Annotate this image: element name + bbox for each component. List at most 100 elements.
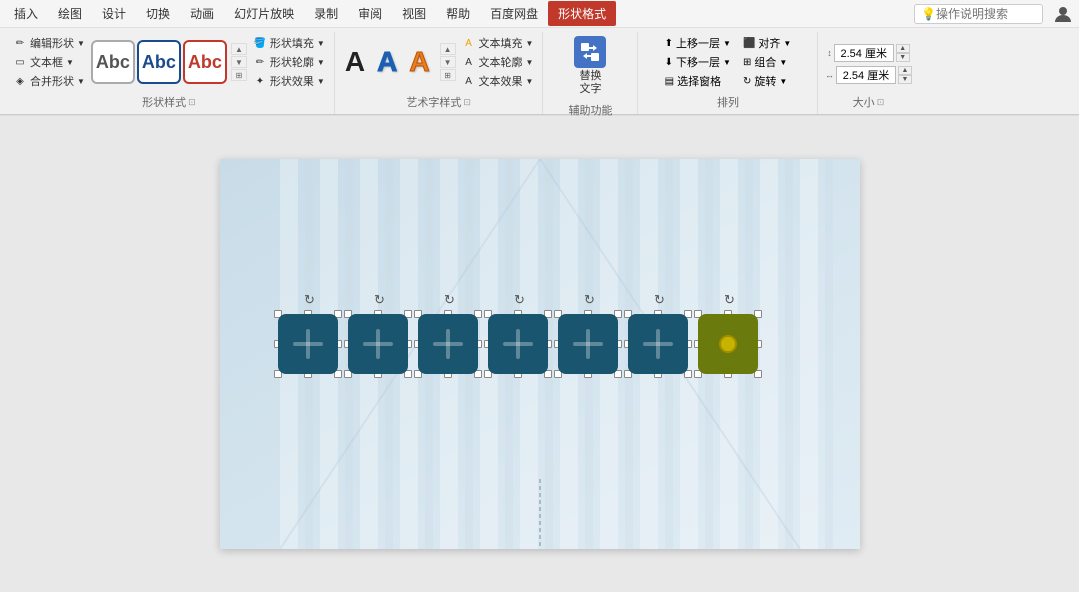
search-input[interactable] [936,7,1036,21]
text-fill-btn[interactable]: A 文本填充 ▼ [459,34,537,52]
height-input-row: ↕ ▲ ▼ [827,44,910,62]
rotate-handle-4[interactable]: ↻ [512,292,528,308]
tab-view[interactable]: 视图 [392,1,436,26]
cross-mark-2 [363,329,393,359]
move-up-btn[interactable]: ⬆ 上移一层 ▼ [661,34,735,52]
width-input[interactable] [836,66,896,84]
text-box-btn[interactable]: ▭ 文本框 ▼ [10,53,88,71]
group-label: 组合 [754,54,776,70]
rotate-handle-7[interactable]: ↻ [722,292,738,308]
rotate-label: 旋转 [754,73,776,89]
shape-outline-btn[interactable]: ✏ 形状轮廓 ▼ [250,53,328,71]
shape-4[interactable]: ↻ [488,314,552,378]
shape-style-box-1[interactable]: Abc [91,40,135,84]
replace-btn[interactable]: 替换文字 [568,32,612,100]
arrange-cols: ⬆ 上移一层 ▼ ⬇ 下移一层 ▼ ▤ 选择窗格 [661,34,796,90]
art-scroll-down[interactable]: ▼ [440,56,456,68]
tab-switch[interactable]: 切换 [136,1,180,26]
move-down-btn[interactable]: ⬇ 下移一层 ▼ [661,53,735,71]
text-effect-btn[interactable]: A 文本效果 ▼ [459,72,537,90]
text-outline-icon: A [462,55,476,69]
tab-bar: 插入 绘图 设计 切换 动画 幻灯片放映 录制 审阅 视图 帮助 百度网盘 形状… [0,0,1079,28]
shapes-row: ↻ ↻ [278,314,762,378]
move-down-label: 下移一层 [676,54,720,70]
tab-help[interactable]: 帮助 [436,1,480,26]
height-up[interactable]: ▲ [896,44,910,53]
size-label: 大小 ⊡ [853,92,885,114]
text-fill-arrow: ▼ [526,39,534,48]
select-pane-label: 选择窗格 [677,73,721,89]
merge-shapes-label: 合并形状 [30,73,74,89]
edit-shape-btn[interactable]: ✏ 编辑形状 ▼ [10,34,88,52]
select-pane-icon: ▤ [665,76,674,87]
art-letter-2[interactable]: A [373,44,401,80]
edit-shape-label: 编辑形状 [30,35,74,51]
rotate-handle-6[interactable]: ↻ [652,292,668,308]
art-letter-1[interactable]: A [341,44,369,80]
align-arrow: ▼ [783,39,791,48]
shape-2[interactable]: ↻ [348,314,412,378]
tab-insert[interactable]: 插入 [4,1,48,26]
select-pane-btn[interactable]: ▤ 选择窗格 [661,72,735,90]
height-input[interactable] [834,44,894,62]
width-up[interactable]: ▲ [898,66,912,75]
shape-5[interactable]: ↻ [558,314,622,378]
align-icon: ⬛ [743,38,755,49]
width-down[interactable]: ▼ [898,75,912,84]
align-btn[interactable]: ⬛ 对齐 ▼ [739,34,795,52]
assist-label: 辅助功能 [568,100,612,122]
user-icon[interactable] [1051,2,1075,26]
tab-draw[interactable]: 绘图 [48,1,92,26]
edit-shape-icon: ✏ [13,36,27,50]
text-outline-btn[interactable]: A 文本轮廓 ▼ [459,53,537,71]
tab-slideshow[interactable]: 幻灯片放映 [224,1,304,26]
tab-review[interactable]: 审阅 [348,1,392,26]
search-box[interactable]: 💡 [914,4,1043,24]
shape-fill-label: 形状填充 [270,35,314,51]
shape-style-box-2[interactable]: Abc [137,40,181,84]
art-letter-3[interactable]: A [405,44,433,80]
shape-styles-expand[interactable]: ⊡ [188,97,196,108]
rotate-handle-2[interactable]: ↻ [372,292,388,308]
shape-1[interactable]: ↻ [278,314,342,378]
tab-animation[interactable]: 动画 [180,1,224,26]
merge-shapes-icon: ◈ [13,74,27,88]
merge-shapes-btn[interactable]: ◈ 合并形状 ▼ [10,72,88,90]
rotate-handle-1[interactable]: ↻ [302,292,318,308]
text-effect-icon: A [462,74,476,88]
style-abc-1: Abc [96,52,130,73]
shape-6[interactable]: ↻ [628,314,692,378]
rotate-arrow: ▼ [779,77,787,86]
art-scroll-up[interactable]: ▲ [440,43,456,55]
tab-baidu[interactable]: 百度网盘 [480,1,548,26]
cross-mark-5 [573,329,603,359]
tab-record[interactable]: 录制 [304,1,348,26]
style-scroll-down[interactable]: ▼ [231,56,247,68]
shape-box-6 [628,314,688,374]
height-down[interactable]: ▼ [896,53,910,62]
art-word-expand[interactable]: ⊡ [463,97,471,108]
art-scroll-more[interactable]: ⊞ [440,69,456,81]
group-btn[interactable]: ⊞ 组合 ▼ [739,53,795,71]
outline-arrow: ▼ [317,58,325,67]
shape-box-3 [418,314,478,374]
tab-shape-format[interactable]: 形状格式 [548,1,616,26]
fill-icon: 🪣 [253,36,267,50]
slide-canvas[interactable]: ↻ ↻ [220,159,860,549]
cross-mark-3 [433,329,463,359]
shape-7[interactable]: ↻ [698,314,762,378]
style-scroll-more[interactable]: ⊞ [231,69,247,81]
shape-format-items: 🪣 形状填充 ▼ ✏ 形状轮廓 ▼ ✦ 形状效果 ▼ [250,34,328,90]
shape-style-box-3[interactable]: Abc [183,40,227,84]
rotate-handle-5[interactable]: ↻ [582,292,598,308]
style-scroll-up[interactable]: ▲ [231,43,247,55]
shape-effect-btn[interactable]: ✦ 形状效果 ▼ [250,72,328,90]
rotate-btn[interactable]: ↻ 旋转 ▼ [739,72,795,90]
shape-box-1 [278,314,338,374]
shape-fill-btn[interactable]: 🪣 形状填充 ▼ [250,34,328,52]
height-spinner: ▲ ▼ [896,44,910,62]
size-expand[interactable]: ⊡ [877,97,885,108]
shape-3[interactable]: ↻ [418,314,482,378]
rotate-handle-3[interactable]: ↻ [442,292,458,308]
tab-design[interactable]: 设计 [92,1,136,26]
